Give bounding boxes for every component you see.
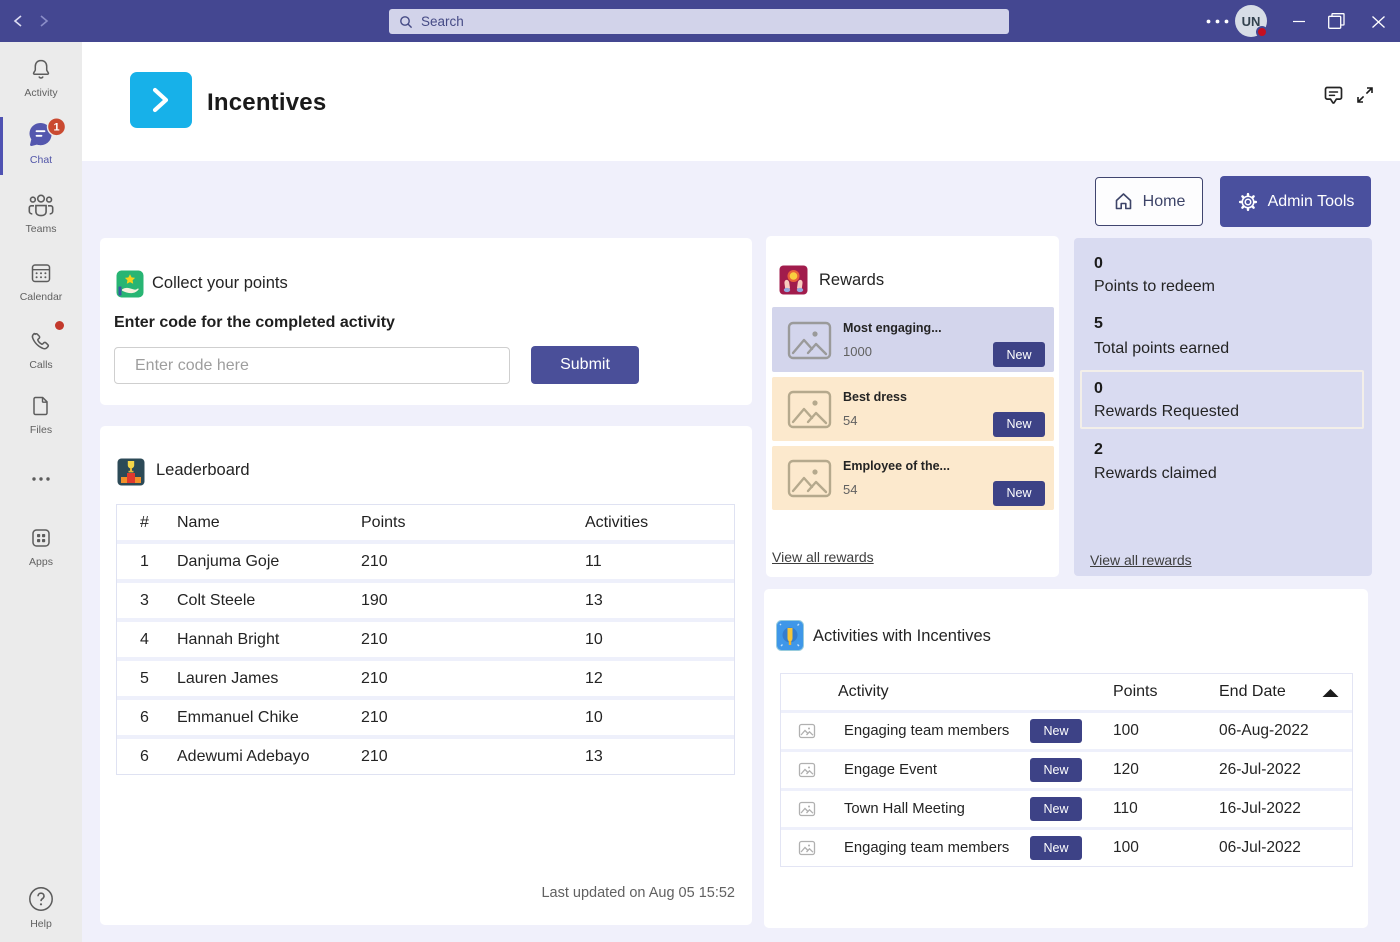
svg-text:1: 1 (53, 122, 59, 134)
